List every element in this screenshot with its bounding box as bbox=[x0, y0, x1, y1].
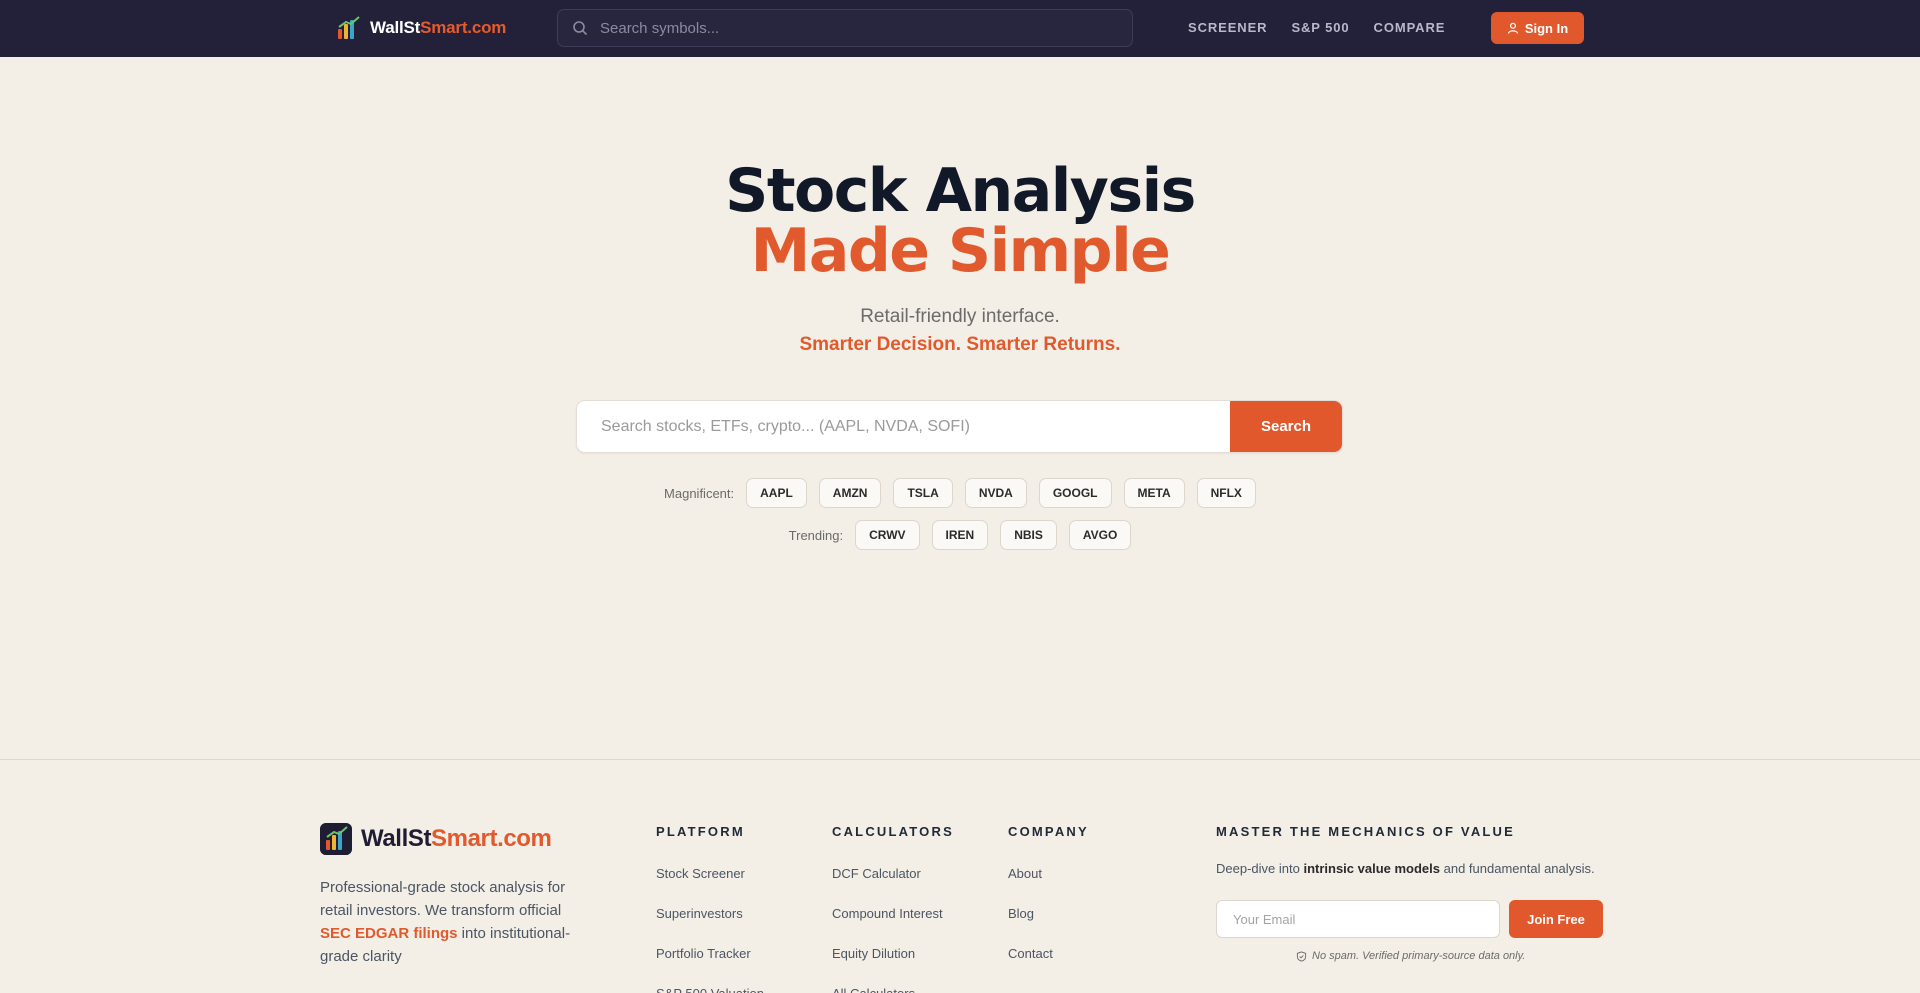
email-field[interactable] bbox=[1216, 900, 1500, 938]
ticker-chip-meta[interactable]: META bbox=[1123, 478, 1185, 508]
ticker-chip-amzn[interactable]: AMZN bbox=[818, 478, 882, 508]
ticker-chip-avgo[interactable]: AVGO bbox=[1068, 520, 1132, 550]
footer-col-company: COMPANY About Blog Contact bbox=[1008, 824, 1089, 981]
hero-search-bar: Search bbox=[576, 400, 1343, 453]
user-icon bbox=[1507, 22, 1518, 34]
ticker-chip-nflx[interactable]: NFLX bbox=[1196, 478, 1256, 508]
footer-link-contact[interactable]: Contact bbox=[1008, 941, 1089, 981]
nav-link-sp500[interactable]: S&P 500 bbox=[1291, 20, 1349, 35]
hero-search-button[interactable]: Search bbox=[1230, 401, 1342, 452]
nav-search-input[interactable] bbox=[600, 19, 1100, 37]
ticker-chip-aapl[interactable]: AAPL bbox=[746, 478, 807, 508]
footer-heading-company: COMPANY bbox=[1008, 824, 1089, 839]
ticker-chip-crwv[interactable]: CRWV bbox=[855, 520, 920, 550]
hero-title-line2: Made Simple bbox=[750, 216, 1171, 286]
newsletter-form: Join Free bbox=[1216, 900, 1603, 938]
footer-link-portfolio-tracker[interactable]: Portfolio Tracker bbox=[656, 941, 764, 981]
sec-edgar-link[interactable]: SEC EDGAR filings bbox=[320, 925, 458, 942]
footer-link-sp500-valuation[interactable]: S&P 500 Valuation bbox=[656, 981, 764, 993]
ticker-chip-nvda[interactable]: NVDA bbox=[964, 478, 1027, 508]
trending-row: Trending: CRWV IREN NBIS AVGO bbox=[0, 520, 1920, 550]
newsletter-heading: MASTER THE MECHANICS OF VALUE bbox=[1216, 824, 1516, 839]
footer-link-all-calculators[interactable]: All Calculators bbox=[832, 981, 954, 993]
magnificent-row: Magnificent: AAPL AMZN TSLA NVDA GOOGL M… bbox=[0, 478, 1920, 508]
hero-tagline: Smarter Decision. Smarter Returns. bbox=[799, 334, 1121, 355]
top-navbar: WallStSmart.com SCREENER S&P 500 COMPARE… bbox=[0, 0, 1920, 57]
footer-col-calculators: CALCULATORS DCF Calculator Compound Inte… bbox=[832, 824, 954, 993]
join-free-button[interactable]: Join Free bbox=[1509, 900, 1603, 938]
nav-link-screener[interactable]: SCREENER bbox=[1188, 20, 1267, 35]
bar-chart-logo-icon bbox=[338, 16, 360, 39]
trending-label: Trending: bbox=[788, 527, 844, 543]
nav-links: SCREENER S&P 500 COMPARE bbox=[1188, 20, 1445, 35]
footer-heading-calculators: CALCULATORS bbox=[832, 824, 954, 839]
footer-divider bbox=[0, 759, 1920, 760]
ticker-chip-nbis[interactable]: NBIS bbox=[1000, 520, 1057, 550]
newsletter-section: MASTER THE MECHANICS OF VALUE Deep-dive … bbox=[1216, 824, 1616, 962]
footer-logo-text: WallStSmart.com bbox=[361, 825, 552, 852]
footer-link-about[interactable]: About bbox=[1008, 861, 1089, 901]
sign-in-label: Sign In bbox=[1524, 20, 1569, 36]
footer-link-dcf-calculator[interactable]: DCF Calculator bbox=[832, 861, 954, 901]
footer-link-superinvestors[interactable]: Superinvestors bbox=[656, 901, 764, 941]
hero-subtitle: Retail-friendly interface. bbox=[860, 306, 1060, 327]
footer-heading-platform: PLATFORM bbox=[656, 824, 745, 839]
ticker-chip-iren[interactable]: IREN bbox=[931, 520, 989, 550]
sign-in-button[interactable]: Sign In bbox=[1491, 12, 1584, 44]
newsletter-description: Deep-dive into intrinsic value models an… bbox=[1216, 861, 1595, 876]
footer-link-stock-screener[interactable]: Stock Screener bbox=[656, 861, 764, 901]
footer-description: Professional-grade stock analysis for re… bbox=[320, 879, 571, 965]
search-icon bbox=[573, 21, 588, 36]
footer-link-equity-dilution[interactable]: Equity Dilution bbox=[832, 941, 954, 981]
logo-text: WallStSmart.com bbox=[370, 18, 507, 37]
shield-check-icon bbox=[1296, 950, 1307, 962]
footer-col-platform: PLATFORM Stock Screener Superinvestors P… bbox=[656, 824, 764, 993]
bar-chart-logo-icon bbox=[320, 823, 352, 855]
footer-link-blog[interactable]: Blog bbox=[1008, 901, 1089, 941]
nav-link-compare[interactable]: COMPARE bbox=[1374, 20, 1446, 35]
footer-link-compound-interest[interactable]: Compound Interest bbox=[832, 901, 954, 941]
ticker-chip-googl[interactable]: GOOGL bbox=[1038, 478, 1112, 508]
ticker-chip-tsla[interactable]: TSLA bbox=[893, 478, 953, 508]
nav-search-box[interactable] bbox=[557, 9, 1133, 47]
no-spam-note: No spam. Verified primary-source data on… bbox=[1296, 950, 1525, 962]
hero-search-input[interactable] bbox=[577, 401, 1230, 452]
magnificent-label: Magnificent: bbox=[664, 485, 735, 501]
footer-logo[interactable]: WallStSmart.com bbox=[320, 823, 552, 855]
site-logo[interactable]: WallStSmart.com bbox=[336, 14, 506, 42]
